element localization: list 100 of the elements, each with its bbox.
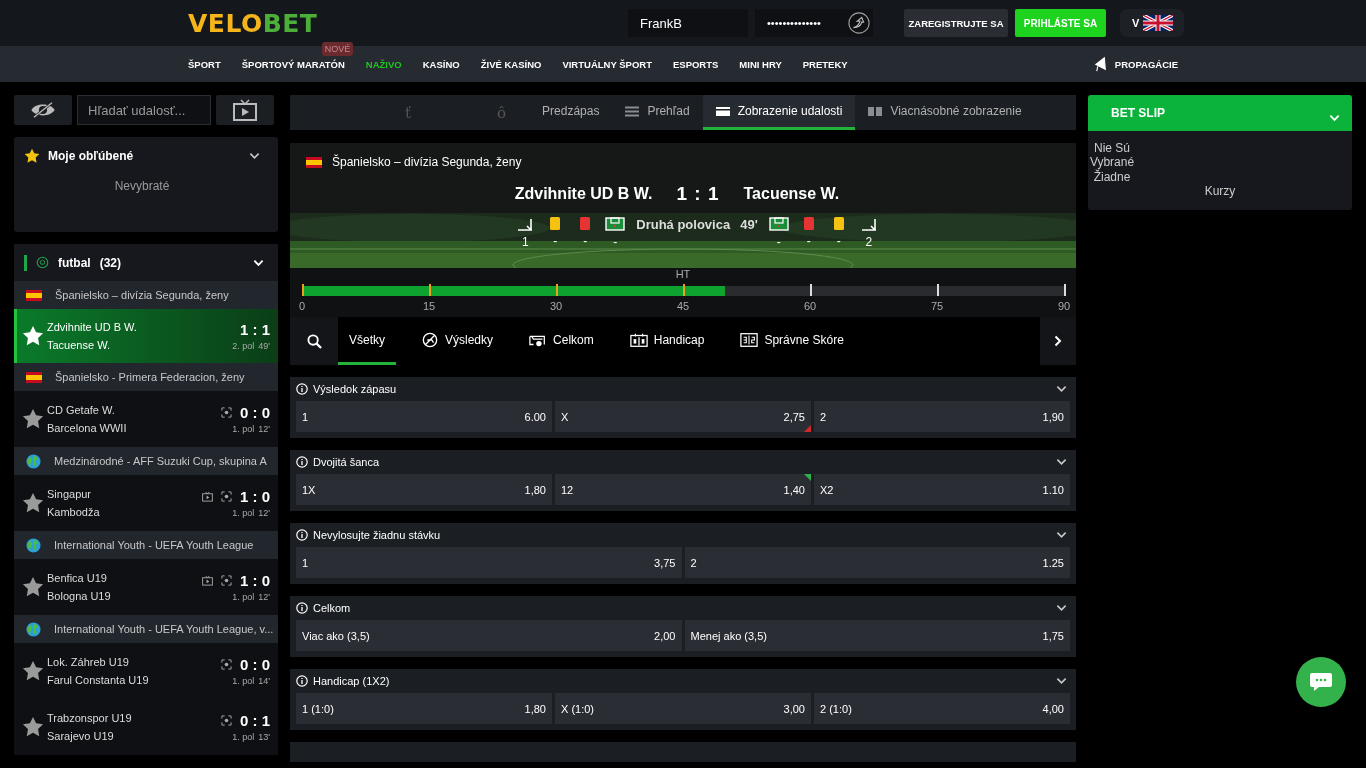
odds-button[interactable]: X2 1.10: [814, 474, 1070, 505]
chevron-down-icon[interactable]: [1056, 677, 1067, 685]
chevron-down-icon[interactable]: [249, 152, 260, 160]
league-header[interactable]: International Youth - UEFA Youth League: [14, 531, 278, 559]
odds-button[interactable]: Viac ako (3,5) 2,00: [296, 620, 682, 651]
star-icon[interactable]: [22, 492, 44, 514]
stat-value: -: [613, 235, 618, 249]
odds-button[interactable]: X 2,75: [555, 401, 811, 432]
market-tab[interactable]: Všetky: [338, 317, 396, 365]
match-period: 1. pol: [232, 508, 255, 518]
hide-button[interactable]: [14, 95, 72, 125]
league-name: International Youth - UEFA Youth League: [54, 539, 254, 551]
star-icon[interactable]: [22, 408, 44, 430]
card-icon: [550, 217, 561, 230]
match-minute: 12': [258, 424, 270, 434]
info-icon[interactable]: [296, 383, 308, 395]
minute-label: 60: [803, 300, 817, 312]
card-icon: [580, 217, 591, 230]
star-icon[interactable]: [22, 716, 44, 738]
league-header[interactable]: Španielsko - Primera Federacion, ženy: [14, 363, 278, 391]
odds-button[interactable]: 1 (1:0) 1,80: [296, 693, 552, 724]
market-title: Celkom: [313, 602, 352, 614]
home-team: Trabzonspor U19: [47, 712, 133, 724]
chevron-down-icon[interactable]: [1056, 385, 1067, 393]
odds-button[interactable]: Menej ako (3,5) 1,75: [684, 620, 1070, 651]
odds-button[interactable]: X (1:0) 3,00: [555, 693, 811, 724]
home-team: Zdvihnite UD B W.: [47, 321, 138, 333]
home-team: Zdvihnite UD B W.: [513, 185, 653, 203]
spain-flag-icon: [26, 289, 42, 301]
football-icon: [36, 256, 49, 269]
chevron-down-icon[interactable]: [1056, 604, 1067, 612]
info-icon[interactable]: [296, 675, 308, 687]
odds-button[interactable]: 2 1.25: [684, 547, 1070, 578]
nav-link[interactable]: MINI HRY: [739, 58, 782, 70]
stat-value: -: [836, 234, 841, 248]
minute-label: 75: [930, 300, 944, 312]
view-tab[interactable]: Prehľad: [612, 95, 703, 130]
register-button[interactable]: ZAREGISTRUJTE SA: [904, 9, 1008, 37]
star-icon[interactable]: [22, 660, 44, 682]
league-header[interactable]: International Youth - UEFA Youth League, v...: [14, 615, 278, 643]
league-name: Španielsko – divízia Segunda, ženy: [55, 289, 229, 301]
globe-icon: [26, 621, 41, 637]
nav-link[interactable]: ŠPORTOVÝ MARATÓN: [241, 58, 345, 70]
chat-button[interactable]: [1296, 657, 1346, 707]
promotions-link[interactable]: PROPAGÁCIE: [1092, 55, 1178, 73]
favorites-title: Moje obľúbené: [48, 149, 135, 163]
market-tab[interactable]: Celkom: [518, 317, 605, 365]
stat-value: -: [776, 235, 781, 249]
home-team: Singapur: [47, 488, 93, 500]
market-title: Dvojitá šanca: [313, 456, 381, 468]
score-digits-icon: [740, 331, 759, 348]
nav-link[interactable]: PRETEKY: [802, 58, 848, 70]
stat-value: 1: [521, 235, 529, 249]
view-tab[interactable]: Zobrazenie udalosti: [702, 95, 856, 130]
username-field[interactable]: FrankB: [628, 9, 748, 37]
search-button[interactable]: [290, 317, 338, 365]
match-period: 2. pol: [232, 341, 255, 351]
league-header[interactable]: Medzinárodné - AFF Suzuki Cup, skupina A: [14, 447, 278, 475]
odds-button[interactable]: 1 6.00: [296, 401, 552, 432]
odds-button[interactable]: 1 3,75: [296, 547, 682, 578]
star-icon[interactable]: [22, 576, 44, 598]
odds-button[interactable]: 2 1,90: [814, 401, 1070, 432]
login-arrow-button[interactable]: [845, 9, 873, 37]
nav-link[interactable]: ŽIVÉ KASÍNO: [480, 58, 542, 70]
search-field[interactable]: Hľadať udalosť...: [77, 95, 211, 125]
password-field[interactable]: ••••••••••••••: [755, 9, 845, 37]
market-tab[interactable]: Handicap: [618, 317, 716, 365]
nav-link[interactable]: KASÍNO: [422, 58, 460, 70]
logo[interactable]: VELOBET: [188, 8, 628, 38]
odds-button[interactable]: 12 1,40: [555, 474, 811, 505]
away-team: Barcelona WWII: [47, 422, 128, 434]
nav-link[interactable]: ŠPORT: [188, 58, 221, 70]
half-time-label: HT: [675, 268, 691, 280]
uk-flag-icon: [1143, 15, 1174, 31]
odds-button[interactable]: 1X 1,80: [296, 474, 552, 505]
stat-value: 2: [865, 235, 873, 249]
chevron-down-icon[interactable]: [1056, 458, 1067, 466]
match-minute: 49': [740, 217, 758, 233]
penalty-area-icon: [768, 217, 789, 231]
minute-label: 30: [549, 300, 563, 312]
nav-link[interactable]: NAŽIVO: [365, 58, 402, 70]
info-icon[interactable]: [296, 529, 308, 541]
market-tab[interactable]: Výsledky: [410, 317, 505, 365]
odds-button[interactable]: 2 (1:0) 4,00: [814, 693, 1070, 724]
language-button[interactable]: V: [1120, 9, 1184, 37]
star-icon[interactable]: [22, 325, 44, 347]
chevron-down-icon[interactable]: [1056, 531, 1067, 539]
league-header[interactable]: Španielsko – divízia Segunda, ženy: [14, 281, 278, 309]
nav-link[interactable]: VIRTUÁLNY ŠPORT: [562, 58, 652, 70]
nav-link[interactable]: ESPORTS: [672, 58, 719, 70]
match-row[interactable]: Zdvihnite UD B W. Tacuense W. 1 : 1 2. pol 49': [14, 309, 278, 363]
info-icon[interactable]: [296, 602, 308, 614]
info-icon[interactable]: [296, 456, 308, 468]
split-view-icon: [868, 105, 883, 117]
tv-button[interactable]: [216, 95, 274, 125]
market-tab[interactable]: Správne Skóre: [729, 317, 855, 365]
view-tab[interactable]: Viacnásobné zobrazenie: [855, 95, 1035, 130]
match-score: 1 : 1: [676, 183, 720, 205]
view-tab[interactable]: Predzápas: [529, 95, 613, 130]
market-title: Handicap (1X2): [313, 675, 391, 687]
